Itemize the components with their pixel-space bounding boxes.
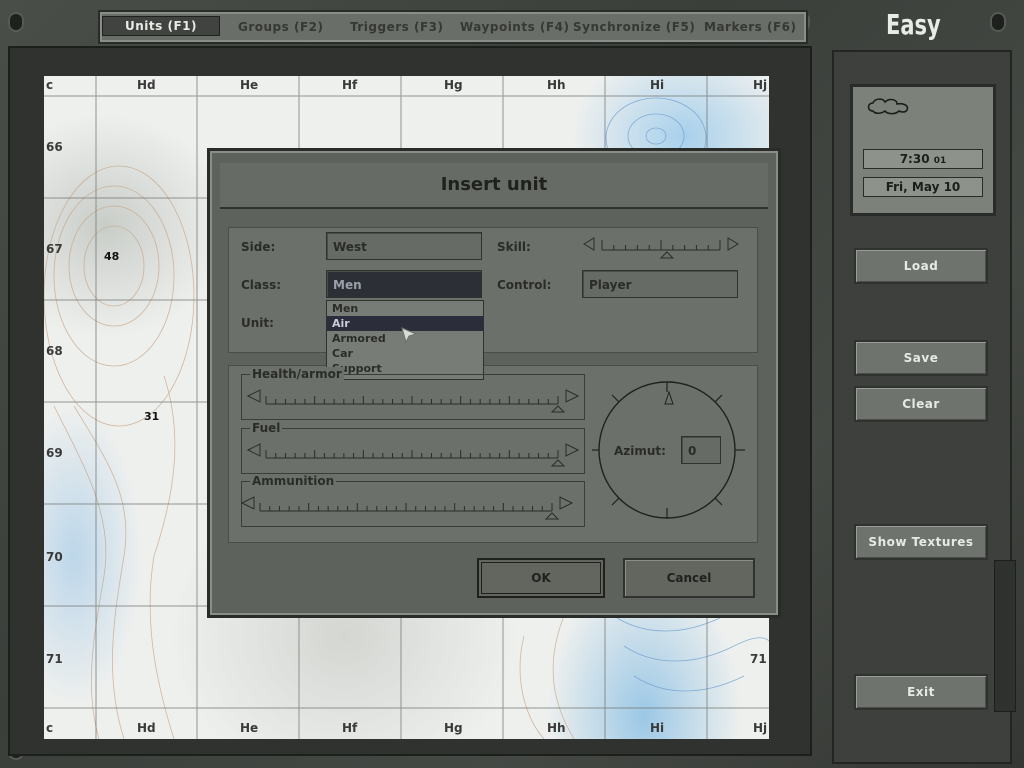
grid-row-label: 67 [46, 242, 63, 256]
screw-icon [992, 14, 1004, 30]
spot-height-label: 31 [144, 410, 160, 423]
load-button[interactable]: Load [854, 248, 988, 284]
grid-col-label: Hj [753, 721, 768, 735]
grid-col-label: Hi [650, 78, 665, 92]
ammunition-slider[interactable] [240, 493, 574, 523]
ok-button[interactable]: OK [477, 558, 605, 598]
grid-col-label: Hh [547, 721, 566, 735]
dialog-title: Insert unit [220, 163, 768, 209]
class-label: Class: [241, 278, 282, 292]
cancel-button[interactable]: Cancel [623, 558, 755, 598]
tab-markers[interactable]: Markers (F6) [704, 20, 797, 34]
screw-icon [10, 14, 22, 30]
grid-row-label: 69 [46, 446, 63, 460]
skill-slider[interactable] [582, 236, 742, 264]
grid-col-label: He [240, 78, 259, 92]
health-armor-label: Health/armor [250, 367, 344, 381]
show-textures-button[interactable]: Show Textures [854, 524, 988, 560]
class-option-men[interactable]: Men [327, 301, 483, 316]
time-value: 7:30 [899, 152, 930, 166]
grid-row-label: 68 [46, 344, 63, 358]
skill-label: Skill: [497, 240, 531, 254]
side-label: Side: [241, 240, 276, 254]
fuel-slider[interactable] [246, 440, 580, 470]
grid-col-label: Hd [137, 721, 156, 735]
time-display: 7:30 01 [863, 149, 983, 169]
grid-col-label: Hf [342, 721, 358, 735]
health-armor-slider[interactable] [246, 386, 580, 416]
grid-col-label: Hi [650, 721, 665, 735]
date-display: Fri, May 10 [863, 177, 983, 197]
grid-col-label: Hj [753, 78, 768, 92]
grid-col-label: Hg [444, 78, 463, 92]
save-button[interactable]: Save [854, 340, 988, 376]
grid-row-label: 71 [46, 652, 63, 666]
difficulty-label: Easy [886, 8, 941, 41]
spot-height-label: 48 [104, 250, 120, 263]
grid-col-label: Hg [444, 721, 463, 735]
class-select[interactable]: Men [326, 270, 482, 298]
grid-col-label: Hd [137, 78, 156, 92]
grid-row-label: 70 [46, 550, 63, 564]
tab-groups[interactable]: Groups (F2) [238, 20, 323, 34]
azimut-label: Azimut: [614, 444, 666, 458]
side-select[interactable]: West [326, 232, 482, 260]
grid-row-label: 66 [46, 140, 63, 154]
cloud-icon [867, 98, 909, 115]
control-select[interactable]: Player [582, 270, 738, 298]
fuel-label: Fuel [250, 421, 283, 435]
grid-col-label: Hf [342, 78, 358, 92]
tab-triggers[interactable]: Triggers (F3) [350, 20, 443, 34]
mode-tab-bar: Units (F1) Groups (F2) Triggers (F3) Way… [98, 10, 808, 44]
scroll-gauge[interactable] [994, 560, 1016, 712]
azimut-input[interactable]: 0 [681, 436, 721, 464]
grid-row-label: 71 [750, 652, 767, 666]
grid-col-label: He [240, 721, 259, 735]
tab-units[interactable]: Units (F1) [102, 16, 220, 36]
info-display: 7:30 01 Fri, May 10 [850, 84, 996, 216]
ammunition-label: Ammunition [250, 474, 337, 488]
clear-button[interactable]: Clear [854, 386, 988, 422]
tab-synchronize[interactable]: Synchronize (F5) [573, 20, 695, 34]
grid-col-label: c [46, 78, 54, 92]
time-seconds: 01 [933, 156, 947, 166]
tab-waypoints[interactable]: Waypoints (F4) [460, 20, 569, 34]
exit-button[interactable]: Exit [854, 674, 988, 710]
grid-col-label: c [46, 721, 54, 735]
mouse-cursor-icon [401, 327, 418, 344]
grid-col-label: Hh [547, 78, 566, 92]
control-label: Control: [497, 278, 552, 292]
unit-label: Unit: [241, 316, 274, 330]
class-option-car[interactable]: Car [327, 346, 483, 361]
